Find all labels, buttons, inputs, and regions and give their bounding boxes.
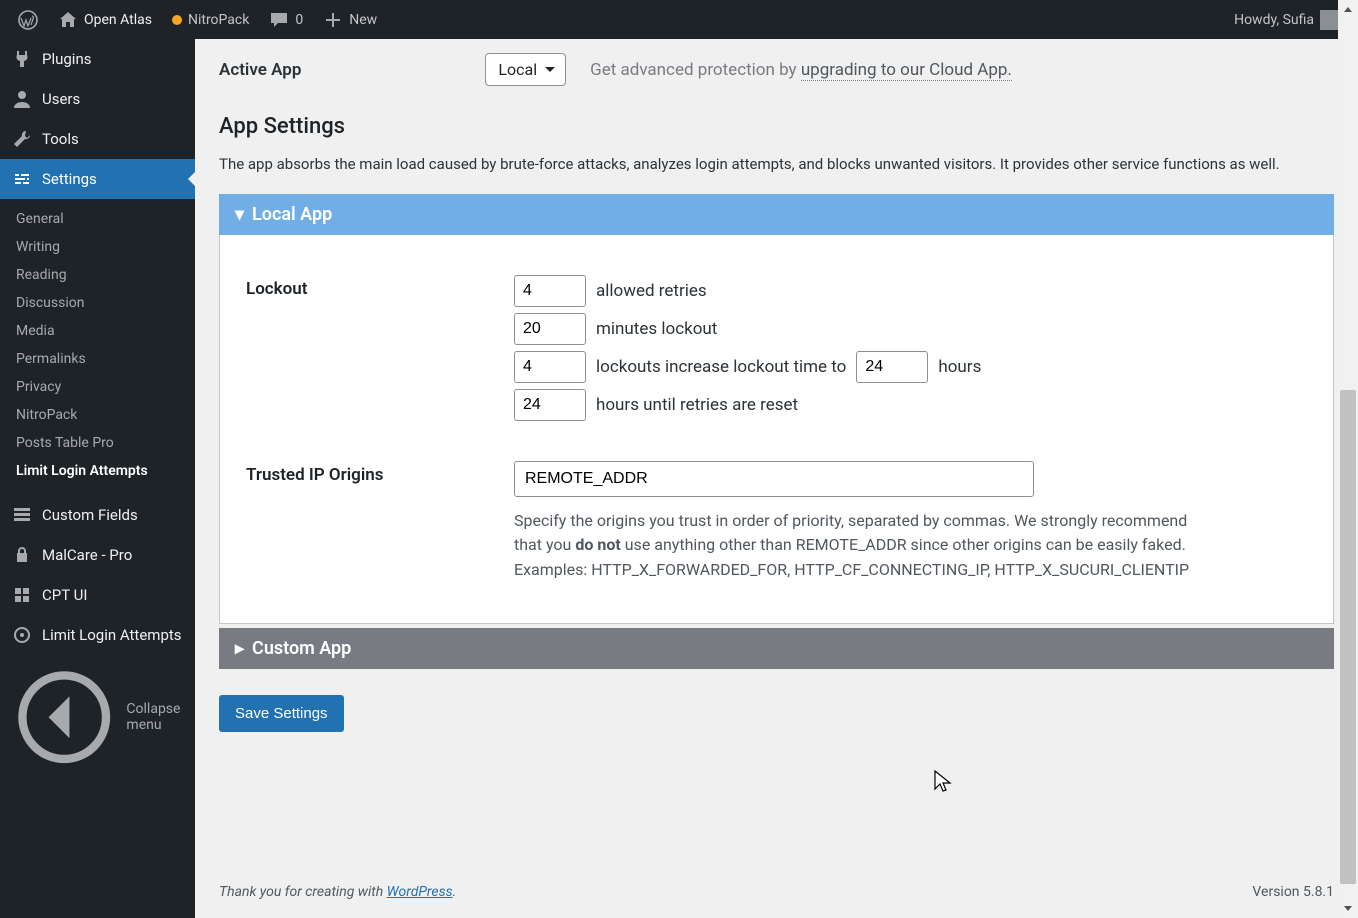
submenu-discussion[interactable]: Discussion	[0, 289, 195, 317]
submenu-limit-login-attempts[interactable]: Limit Login Attempts	[0, 457, 195, 485]
nitropack-item[interactable]: NitroPack	[162, 0, 259, 39]
menu-label: CPT UI	[42, 586, 87, 604]
panel-local-app-header[interactable]: ▾ Local App	[219, 194, 1334, 235]
lockouts-text-b: hours	[938, 357, 981, 377]
lockout-label: Lockout	[246, 275, 514, 299]
panel-local-app-body: Lockout allowed retries minutes lockout	[219, 235, 1334, 624]
panel-custom-app-header[interactable]: ▸ Custom App	[219, 628, 1334, 669]
new-label: New	[349, 12, 377, 28]
upgrade-link[interactable]: upgrading to our Cloud App.	[801, 60, 1012, 81]
nitropack-label: NitroPack	[188, 12, 249, 28]
save-settings-button[interactable]: Save Settings	[219, 695, 344, 732]
sidebar-item-limit-login[interactable]: Limit Login Attempts	[0, 615, 195, 655]
wordpress-icon	[18, 10, 38, 30]
minutes-lockout-text: minutes lockout	[596, 319, 717, 339]
page-description: The app absorbs the main load caused by …	[219, 153, 1334, 176]
sidebar-item-users[interactable]: Users	[0, 79, 195, 119]
lockout-hours-input[interactable]	[856, 351, 928, 383]
sidebar-item-custom-fields[interactable]: Custom Fields	[0, 495, 195, 535]
collapse-label: Collapse menu	[126, 701, 183, 733]
lockouts-text-a: lockouts increase lockout time to	[596, 357, 846, 377]
lockouts-count-input[interactable]	[514, 351, 586, 383]
avatar-icon	[1320, 10, 1340, 30]
comments-count: 0	[295, 12, 303, 28]
chevron-right-icon: ▸	[235, 638, 244, 659]
panel-title: Custom App	[252, 638, 351, 659]
menu-label: Tools	[42, 130, 79, 148]
howdy-text: Howdy, Sufia	[1234, 12, 1314, 28]
menu-label: Custom Fields	[42, 506, 138, 524]
target-icon	[12, 625, 32, 645]
promo-prefix: Get advanced protection by	[590, 60, 801, 80]
active-app-select[interactable]: Local	[485, 53, 566, 86]
trusted-ip-input[interactable]	[514, 461, 1034, 497]
menu-label: Users	[42, 90, 80, 108]
menu-label: Settings	[42, 170, 97, 188]
footer-thanks: Thank you for creating with	[219, 884, 387, 900]
sidebar-item-tools[interactable]: Tools	[0, 119, 195, 159]
admin-sidebar: Plugins Users Tools Settings General Wri…	[0, 39, 195, 918]
scrollbar-thumb[interactable]	[1340, 390, 1356, 884]
version-text: Version 5.8.1	[1252, 884, 1334, 900]
submenu-privacy[interactable]: Privacy	[0, 373, 195, 401]
trusted-ip-help: Specify the origins you trust in order o…	[514, 509, 1194, 583]
active-app-label: Active App	[219, 60, 301, 80]
panel-title: Local App	[252, 204, 332, 225]
scroll-down-button[interactable]	[1338, 898, 1358, 918]
grid-icon	[12, 505, 32, 525]
collapse-menu[interactable]: Collapse menu	[0, 655, 195, 779]
menu-label: Limit Login Attempts	[42, 626, 182, 645]
site-name-item[interactable]: Open Atlas	[48, 0, 162, 39]
help-b: do not	[575, 535, 620, 554]
footer-period: .	[453, 884, 457, 900]
site-name: Open Atlas	[84, 12, 152, 28]
submenu-general[interactable]: General	[0, 205, 195, 233]
submenu-nitropack[interactable]: NitroPack	[0, 401, 195, 429]
submenu-permalinks[interactable]: Permalinks	[0, 345, 195, 373]
lock-icon	[12, 545, 32, 565]
howdy-item[interactable]: Howdy, Sufia	[1224, 0, 1350, 39]
sidebar-item-malcare[interactable]: MalCare - Pro	[0, 535, 195, 575]
sliders-icon	[12, 169, 32, 189]
admin-bar: Open Atlas NitroPack 0 New Howdy, Sufia	[0, 0, 1358, 39]
promo-text: Get advanced protection by upgrading to …	[590, 60, 1012, 80]
submenu-posts-table-pro[interactable]: Posts Table Pro	[0, 429, 195, 457]
submenu-writing[interactable]: Writing	[0, 233, 195, 261]
allowed-retries-text: allowed retries	[596, 281, 707, 301]
plus-icon	[323, 10, 343, 30]
settings-submenu: General Writing Reading Discussion Media…	[0, 199, 195, 495]
chevron-down-icon: ▾	[235, 204, 244, 225]
scroll-up-button[interactable]	[1338, 0, 1358, 20]
reset-hours-text: hours until retries are reset	[596, 395, 798, 415]
sidebar-item-cpt-ui[interactable]: CPT UI	[0, 575, 195, 615]
wordpress-link[interactable]: WordPress	[387, 884, 453, 900]
user-icon	[12, 89, 32, 109]
new-item[interactable]: New	[313, 0, 387, 39]
plug-icon	[12, 49, 32, 69]
allowed-retries-input[interactable]	[514, 275, 586, 307]
footer: Thank you for creating with WordPress. V…	[195, 872, 1358, 918]
comments-item[interactable]: 0	[259, 0, 313, 39]
settings-content: Active App Local Get advanced protection…	[195, 39, 1358, 918]
wp-logo-item[interactable]	[8, 0, 48, 39]
minutes-lockout-input[interactable]	[514, 313, 586, 345]
wrench-icon	[12, 129, 32, 149]
menu-label: MalCare - Pro	[42, 546, 132, 564]
collapse-icon	[12, 665, 116, 769]
page-heading: App Settings	[219, 114, 1334, 139]
status-dot-icon	[172, 15, 182, 25]
submenu-reading[interactable]: Reading	[0, 261, 195, 289]
sidebar-item-plugins[interactable]: Plugins	[0, 39, 195, 79]
home-icon	[58, 10, 78, 30]
blocks-icon	[12, 585, 32, 605]
menu-label: Plugins	[42, 50, 91, 68]
sidebar-item-settings[interactable]: Settings	[0, 159, 195, 199]
comment-icon	[269, 10, 289, 30]
reset-hours-input[interactable]	[514, 389, 586, 421]
scrollbar-rail[interactable]	[1338, 0, 1358, 918]
submenu-media[interactable]: Media	[0, 317, 195, 345]
trusted-ip-label: Trusted IP Origins	[246, 461, 514, 485]
